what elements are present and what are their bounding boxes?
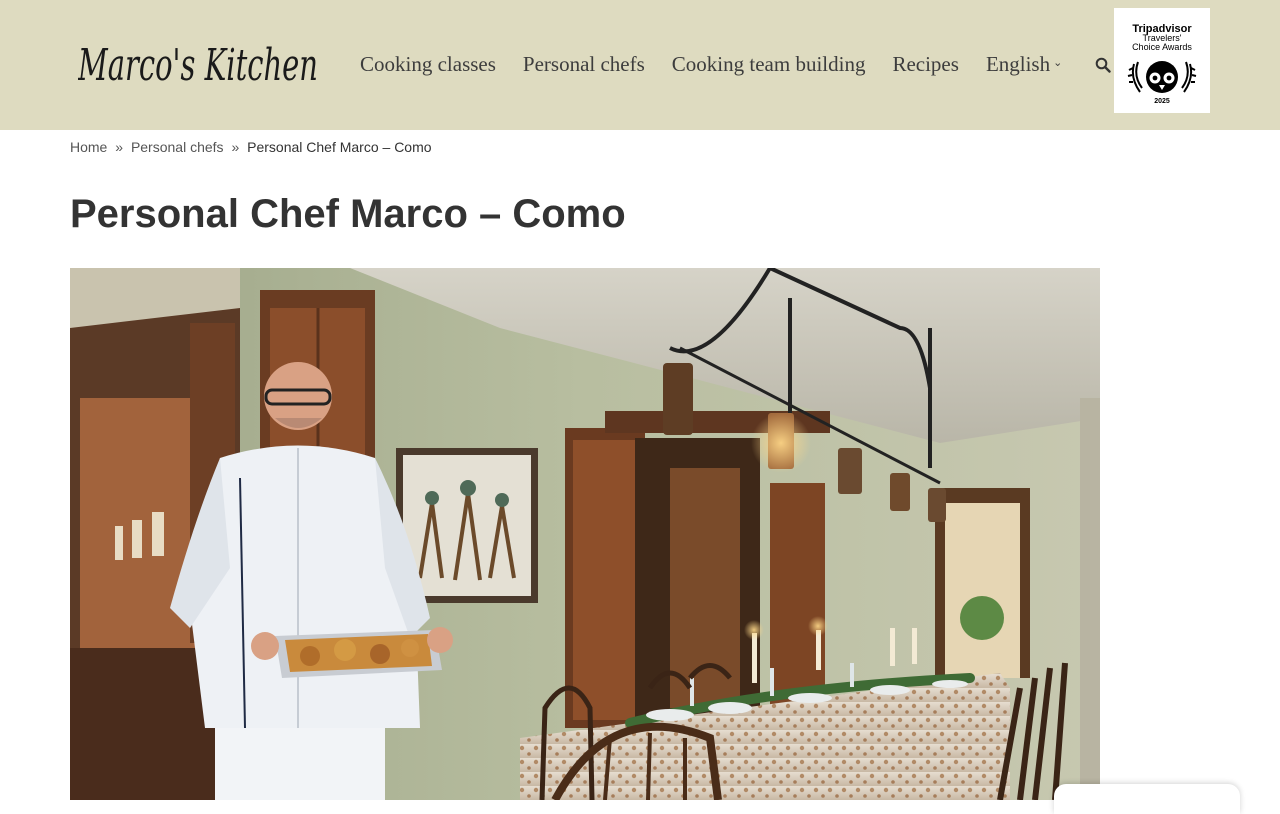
site-header: Marco's Kitchen Cooking classes Personal… xyxy=(0,0,1280,130)
breadcrumb-personal-chefs-link[interactable]: Personal chefs xyxy=(131,139,224,155)
nav-item-recipes[interactable]: Recipes xyxy=(892,52,958,77)
hero-photo-chef-dining-room xyxy=(70,268,1100,800)
breadcrumb-separator: » xyxy=(115,139,124,155)
award-line3: Choice Awards xyxy=(1132,42,1192,52)
tripadvisor-owl-icon xyxy=(1127,61,1197,93)
page-title: Personal Chef Marco – Como xyxy=(70,192,626,236)
language-selector[interactable]: English ⌄ xyxy=(986,52,1062,77)
breadcrumb-home-link[interactable]: Home xyxy=(70,139,107,155)
language-label: English xyxy=(985,52,1051,76)
site-logo[interactable]: Marco's Kitchen xyxy=(77,24,328,104)
award-year: 2025 xyxy=(1154,98,1170,105)
breadcrumb-separator: » xyxy=(231,139,240,155)
breadcrumb-current: Personal Chef Marco – Como xyxy=(247,139,432,155)
main-nav: Cooking classes Personal chefs Cooking t… xyxy=(360,52,1062,77)
search-icon[interactable] xyxy=(1095,57,1111,73)
tripadvisor-award-badge[interactable]: Tripadvisor Travelers' Choice Awards 202… xyxy=(1114,8,1210,113)
logo-wordmark: Marco's Kitchen xyxy=(78,40,318,91)
chevron-down-icon: ⌄ xyxy=(1053,57,1063,69)
nav-item-cooking-classes[interactable]: Cooking classes xyxy=(360,52,496,77)
breadcrumb: Home » Personal chefs » Personal Chef Ma… xyxy=(70,139,432,155)
chat-widget-tab[interactable] xyxy=(1054,784,1240,814)
nav-item-cooking-team-building[interactable]: Cooking team building xyxy=(672,52,866,77)
nav-item-personal-chefs[interactable]: Personal chefs xyxy=(523,52,645,77)
